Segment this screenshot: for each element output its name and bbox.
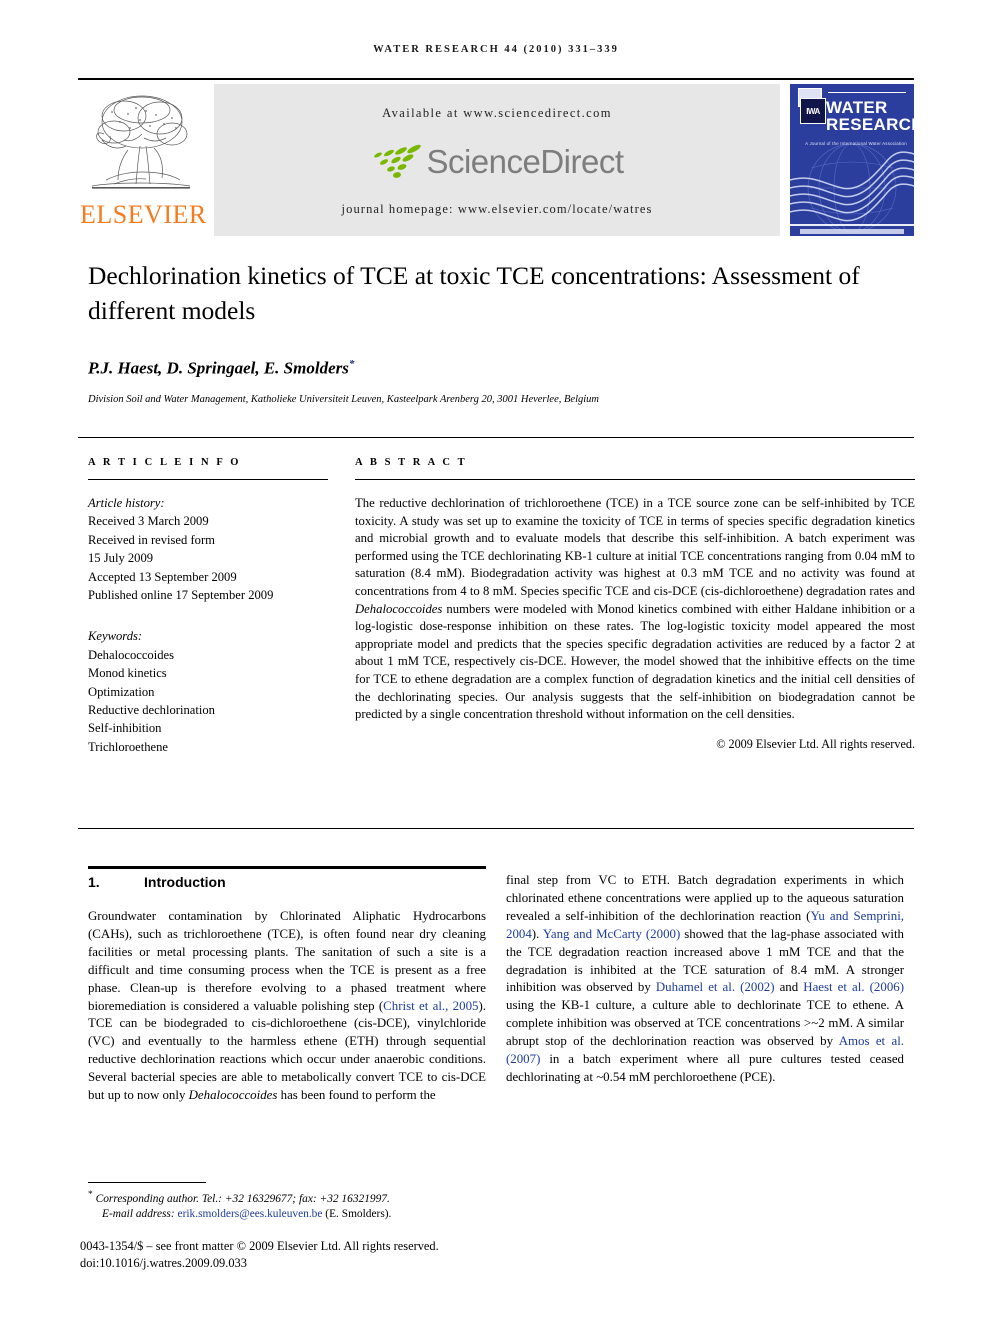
keyword-item: Reductive dechlorination [88,703,215,718]
running-head: WATER RESEARCH 44 (2010) 331–339 [373,44,619,55]
footnote-block: * Corresponding author. Tel.: +32 163296… [88,1188,508,1223]
journal-homepage-text: journal homepage: www.elsevier.com/locat… [341,202,653,216]
corresponding-author-text: Corresponding author. Tel.: +32 16329677… [95,1192,390,1205]
history-item: Published online 17 September 2009 [88,588,274,603]
info-section-rule [78,437,914,438]
citation-link[interactable]: Haest et al. (2006) [803,980,904,994]
keyword-item: Trichloroethene [88,739,168,754]
sciencedirect-banner: Available at www.sciencedirect.com Scien… [214,84,780,236]
history-item: 15 July 2009 [88,551,154,566]
front-matter-line: 0043-1354/$ – see front matter © 2009 El… [80,1239,439,1253]
imprint-block: 0043-1354/$ – see front matter © 2009 El… [80,1238,510,1271]
elsevier-logo: ELSEVIER [78,84,207,236]
corresponding-author-note: * Corresponding author. Tel.: +32 163296… [88,1188,508,1207]
doi-line: doi:10.1016/j.watres.2009.09.033 [80,1255,247,1270]
keyword-item: Dehalococcoides [88,647,175,662]
affiliation: Division Soil and Water Management, Kath… [88,394,599,405]
journal-article-page: WATER RESEARCH 44 (2010) 331–339 ELSEVIE… [0,0,992,1323]
history-item: Received 3 March 2009 [88,514,209,529]
left-text-3: has been found to perform the [277,1088,436,1103]
email-link[interactable]: erik.smolders@ees.kuleuven.be [178,1208,323,1220]
abstract-copyright: © 2009 Elsevier Ltd. All rights reserved… [716,736,915,751]
article-info-heading: A R T I C L E I N F O [88,457,242,468]
article-history: Article history: Received 3 March 2009 R… [88,494,328,604]
citation-link[interactable]: Yang and McCarty (2000) [543,927,680,941]
section-number: 1. [88,874,100,890]
email-line: E-mail address: erik.smolders@ees.kuleuv… [88,1207,508,1222]
author-names: P.J. Haest, D. Springael, E. Smolders [88,358,349,378]
elsevier-tree-icon [84,88,198,200]
cover-tagline: A Journal of the International Water Ass… [805,141,907,146]
page-title: Dechlorination kinetics of TCE at toxic … [88,261,860,325]
left-italic-term: Dehalococcoides [188,1088,278,1103]
keyword-item: Self-inhibition [88,721,162,736]
body-column-left: Groundwater contamination by Chlorinated… [88,908,486,1105]
body-column-right: final step from VC to ETH. Batch degrada… [506,872,904,1087]
cover-rule-top [828,92,906,93]
elsevier-wordmark: ELSEVIER [80,200,207,229]
abstract-bottom-rule [78,828,914,829]
iwa-logo: IWA [800,98,826,124]
journal-cover-image: IWA WATER RESEARCH A Journal of the Inte… [790,84,914,236]
abstract-text: The reductive dechlorination of trichlor… [355,495,915,724]
keywords-label: Keywords: [88,629,143,644]
left-text-2: ). TCE can be biodegraded to cis-dichlor… [88,998,486,1103]
right-text-4: and [774,980,804,995]
header-rule [78,78,914,80]
keyword-item: Optimization [88,684,155,699]
sciencedirect-logo: ScienceDirect [214,138,780,186]
corresponding-author-marker: * [348,358,355,370]
sciencedirect-leaves-icon [374,144,422,178]
history-item: Received in revised form [88,532,215,547]
footnote-rule [88,1182,206,1183]
article-info-heading-rule [88,479,328,480]
article-history-label: Article history: [88,496,165,510]
citation-link[interactable]: Christ et al., 2005 [383,999,478,1013]
history-item: Accepted 13 September 2009 [88,569,237,584]
abstract-column: A B S T R A C T The reductive dechlorina… [355,457,915,752]
keyword-item: Monod kinetics [88,666,167,681]
sciencedirect-wordmark: ScienceDirect [426,143,624,180]
cover-title-line2: RESEARCH [826,115,914,134]
keywords-block: Keywords: Dehalococcoides Monod kinetics… [88,627,328,756]
abstract-part-1: The reductive dechlorination of trichlor… [355,496,915,598]
masthead: ELSEVIER Available at www.sciencedirect.… [78,84,914,236]
email-label: E-mail address: [102,1208,178,1221]
author-list: P.J. Haest, D. Springael, E. Smolders* [88,358,888,379]
section-heading: 1. Introduction [88,874,486,890]
cover-title: WATER RESEARCH [826,99,914,133]
right-text-6: in a batch experiment where all pure cul… [506,1052,904,1084]
available-at-text: Available at www.sciencedirect.com [382,106,612,120]
article-info-column: A R T I C L E I N F O Article history: R… [88,457,328,756]
section-title: Introduction [144,874,226,890]
abstract-part-2: numbers were modeled with Monod kinetics… [355,601,915,722]
footnote-marker: * [88,1190,93,1200]
cover-title-line1: WATER [826,98,888,117]
abstract-heading: A B S T R A C T [355,457,468,468]
abstract-italic-term: Dehalococcoides [355,601,443,616]
section-heading-rule [88,866,486,869]
right-text-2: ). [531,926,543,941]
citation-link[interactable]: Duhamel et al. (2002) [656,980,775,994]
abstract-heading-rule [355,479,915,480]
left-text-1: Groundwater contamination by Chlorinated… [88,909,486,1013]
email-suffix: (E. Smolders). [322,1208,392,1221]
